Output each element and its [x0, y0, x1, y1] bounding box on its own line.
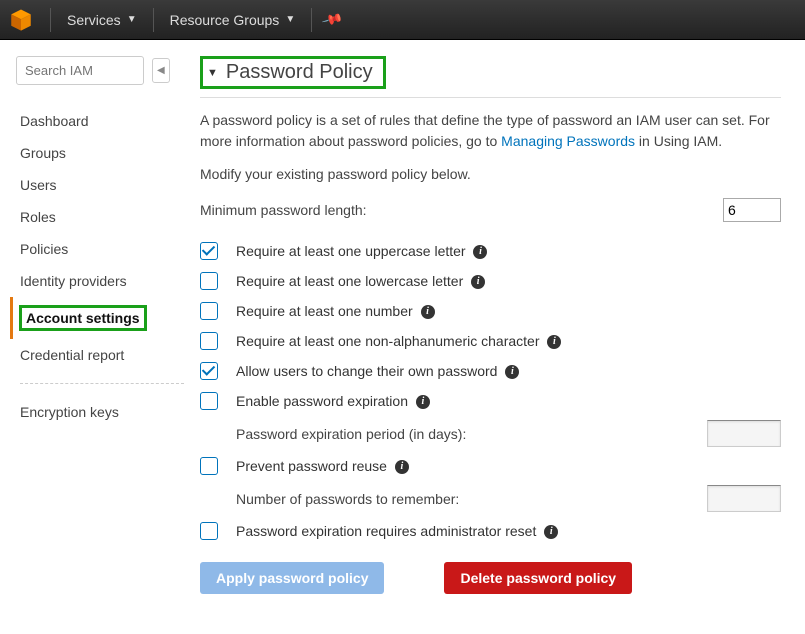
uppercase-checkbox[interactable]	[200, 242, 218, 260]
apply-policy-button[interactable]: Apply password policy	[200, 562, 384, 594]
remember-count-input[interactable]	[707, 485, 781, 512]
label-text: Password expiration requires administrat…	[236, 523, 536, 539]
desc-text-post: in Using IAM.	[639, 133, 722, 149]
sidebar-item-groups[interactable]: Groups	[16, 137, 188, 169]
sidebar-item-credential-report[interactable]: Credential report	[16, 339, 188, 371]
admin-reset-checkbox[interactable]	[200, 522, 218, 540]
info-icon[interactable]: i	[395, 460, 409, 474]
number-label: Require at least one number i	[236, 300, 435, 322]
section-header: ▼ Password Policy	[200, 56, 781, 89]
sidebar-item-policies[interactable]: Policies	[16, 233, 188, 265]
expiration-label: Enable password expiration i	[236, 390, 430, 412]
sidebar-item-roles[interactable]: Roles	[16, 201, 188, 233]
nav-divider	[311, 8, 312, 32]
managing-passwords-link[interactable]: Managing Passwords	[501, 133, 635, 149]
min-length-label: Minimum password length:	[200, 202, 367, 218]
nonalpha-checkbox[interactable]	[200, 332, 218, 350]
description: A password policy is a set of rules that…	[200, 110, 781, 152]
sidebar-item-dashboard[interactable]: Dashboard	[16, 105, 188, 137]
subhead: Modify your existing password policy bel…	[200, 166, 781, 182]
user-change-label: Allow users to change their own password…	[236, 360, 519, 382]
delete-policy-button[interactable]: Delete password policy	[444, 562, 632, 594]
services-menu[interactable]: Services ▼	[51, 0, 153, 40]
label-text: Allow users to change their own password	[236, 363, 497, 379]
label-text: Prevent password reuse	[236, 458, 387, 474]
nav-list-2: Encryption keys	[16, 396, 188, 428]
uppercase-label: Require at least one uppercase letter i	[236, 240, 487, 262]
nav-separator	[20, 383, 184, 384]
user-change-checkbox[interactable]	[200, 362, 218, 380]
lowercase-label: Require at least one lowercase letter i	[236, 270, 485, 292]
sidebar-item-account-settings[interactable]: Account settings	[10, 297, 188, 339]
highlight-box: Account settings	[19, 305, 147, 331]
sidebar-item-encryption-keys[interactable]: Encryption keys	[16, 396, 188, 428]
label-text: Require at least one uppercase letter	[236, 243, 466, 259]
highlight-box: ▼ Password Policy	[200, 56, 386, 89]
sidebar: ◀ Dashboard Groups Users Roles Policies …	[0, 40, 188, 610]
page-title: Password Policy	[226, 61, 373, 84]
info-icon[interactable]: i	[471, 275, 485, 289]
main-content: ▼ Password Policy A password policy is a…	[188, 40, 805, 610]
policy-options: Require at least one uppercase letter i …	[200, 240, 781, 412]
top-nav: Services ▼ Resource Groups ▼ 📌	[0, 0, 805, 40]
info-icon[interactable]: i	[505, 365, 519, 379]
info-icon[interactable]: i	[547, 335, 561, 349]
label-text: Enable password expiration	[236, 393, 408, 409]
lowercase-checkbox[interactable]	[200, 272, 218, 290]
search-input[interactable]	[16, 56, 144, 85]
info-icon[interactable]: i	[421, 305, 435, 319]
policy-options-3: Password expiration requires administrat…	[200, 520, 781, 542]
pin-icon[interactable]: 📌	[321, 8, 345, 31]
number-checkbox[interactable]	[200, 302, 218, 320]
chevron-down-icon: ▼	[285, 14, 295, 25]
info-icon[interactable]: i	[473, 245, 487, 259]
expiration-checkbox[interactable]	[200, 392, 218, 410]
reuse-checkbox[interactable]	[200, 457, 218, 475]
sidebar-item-identity-providers[interactable]: Identity providers	[16, 265, 188, 297]
services-label: Services	[67, 12, 121, 28]
remember-count-label: Number of passwords to remember:	[236, 491, 459, 507]
nav-list: Dashboard Groups Users Roles Policies Id…	[16, 105, 188, 371]
nonalpha-label: Require at least one non-alphanumeric ch…	[236, 330, 561, 352]
expiration-period-input[interactable]	[707, 420, 781, 447]
info-icon[interactable]: i	[416, 395, 430, 409]
cube-icon[interactable]	[8, 7, 34, 33]
reuse-label: Prevent password reuse i	[236, 455, 409, 477]
resource-groups-menu[interactable]: Resource Groups ▼	[154, 0, 312, 40]
section-collapse-icon[interactable]: ▼	[207, 67, 218, 79]
policy-options-2: Prevent password reuse i	[200, 455, 781, 477]
label-text: Require at least one non-alphanumeric ch…	[236, 333, 540, 349]
resource-groups-label: Resource Groups	[170, 12, 280, 28]
admin-reset-label: Password expiration requires administrat…	[236, 520, 558, 542]
info-icon[interactable]: i	[544, 525, 558, 539]
collapse-sidebar-icon[interactable]: ◀	[152, 58, 170, 83]
label-text: Require at least one lowercase letter	[236, 273, 463, 289]
sidebar-item-users[interactable]: Users	[16, 169, 188, 201]
chevron-down-icon: ▼	[127, 14, 137, 25]
expiration-period-label: Password expiration period (in days):	[236, 426, 466, 442]
title-rule	[200, 97, 781, 98]
min-length-input[interactable]	[723, 198, 781, 222]
label-text: Require at least one number	[236, 303, 413, 319]
